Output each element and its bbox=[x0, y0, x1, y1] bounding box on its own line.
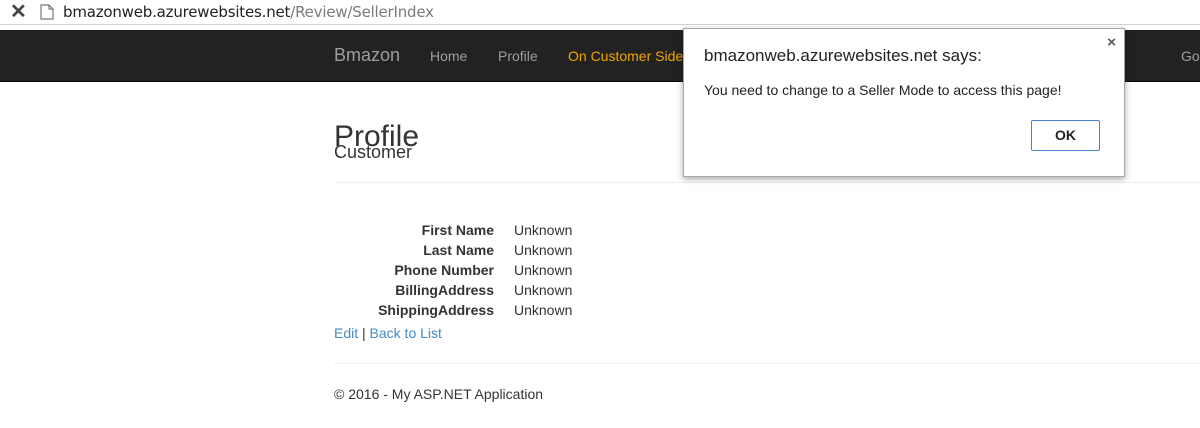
edit-link[interactable]: Edit bbox=[334, 325, 358, 341]
page-subtitle: Customer bbox=[334, 142, 413, 162]
back-to-list-link[interactable]: Back to List bbox=[370, 325, 442, 341]
dialog-close-icon[interactable]: × bbox=[1107, 35, 1116, 50]
url-field[interactable]: bmazonweb.azurewebsites.net/Review/Selle… bbox=[63, 3, 434, 21]
detail-value: Unknown bbox=[514, 302, 573, 318]
address-bar[interactable]: ✕ bmazonweb.azurewebsites.net/Review/Sel… bbox=[0, 0, 1200, 25]
footer-text: © 2016 - My ASP.NET Application bbox=[334, 386, 544, 402]
dialog-title: bmazonweb.azurewebsites.net says: bbox=[704, 46, 982, 65]
divider bbox=[334, 182, 1200, 183]
detail-label: BillingAddress bbox=[395, 282, 494, 298]
nav-right-item[interactable]: Go bbox=[1181, 47, 1200, 65]
detail-label: ShippingAddress bbox=[378, 302, 494, 318]
nav-customer-side[interactable]: On Customer Side bbox=[568, 47, 683, 65]
brand-link[interactable]: Bmazon bbox=[334, 45, 400, 65]
alert-dialog: × bmazonweb.azurewebsites.net says: You … bbox=[683, 28, 1125, 177]
nav-home[interactable]: Home bbox=[430, 47, 467, 65]
url-path: /Review/SellerIndex bbox=[290, 3, 434, 21]
url-host: bmazonweb.azurewebsites.net bbox=[63, 3, 291, 21]
ok-button[interactable]: OK bbox=[1031, 120, 1100, 151]
dialog-message: You need to change to a Seller Mode to a… bbox=[704, 82, 1062, 98]
detail-value: Unknown bbox=[514, 242, 573, 258]
detail-label: Last Name bbox=[423, 242, 494, 258]
detail-label: First Name bbox=[421, 222, 494, 238]
detail-label: Phone Number bbox=[394, 262, 494, 278]
nav-profile[interactable]: Profile bbox=[498, 47, 538, 65]
detail-value: Unknown bbox=[514, 222, 573, 238]
detail-value: Unknown bbox=[514, 282, 573, 298]
detail-value: Unknown bbox=[514, 262, 573, 278]
page-icon bbox=[40, 4, 54, 25]
link-separator: | bbox=[362, 325, 366, 341]
footer-divider bbox=[334, 363, 1200, 364]
action-links: Edit | Back to List bbox=[334, 324, 442, 342]
close-icon[interactable]: ✕ bbox=[10, 2, 28, 22]
